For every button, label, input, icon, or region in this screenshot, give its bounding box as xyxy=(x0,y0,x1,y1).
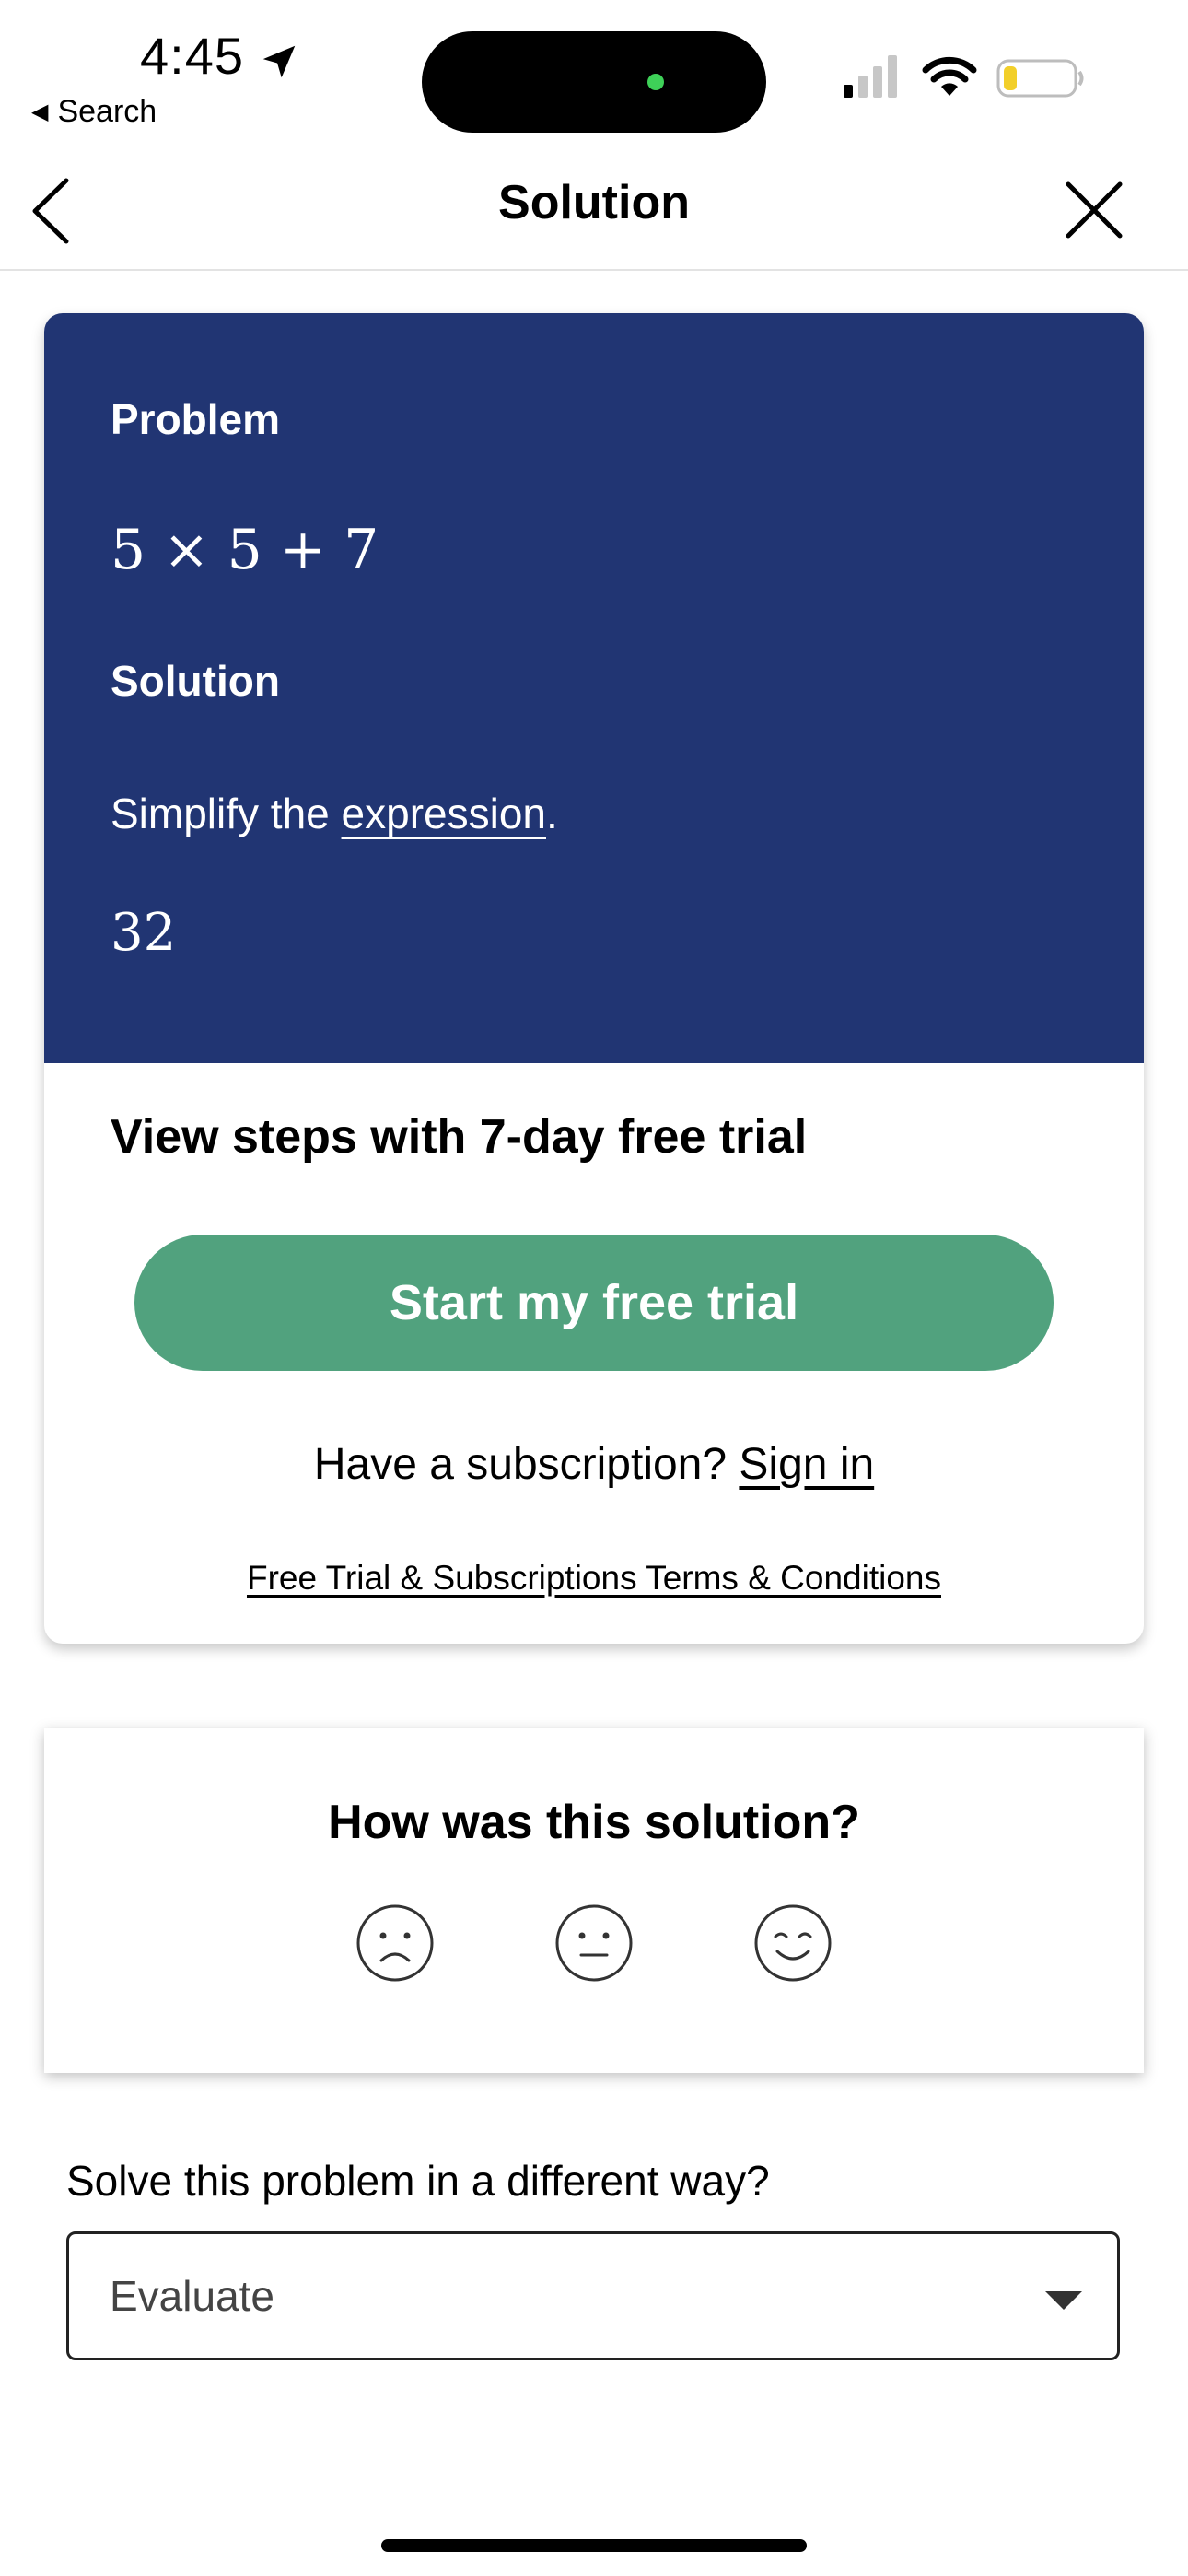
terms-conditions-link[interactable]: Free Trial & Subscriptions Terms & Condi… xyxy=(44,1559,1144,1598)
problem-expression: 5 × 5 + 7 xyxy=(111,518,379,582)
method-dropdown[interactable]: Evaluate xyxy=(66,2231,1120,2360)
sad-face-icon[interactable] xyxy=(355,1903,435,1983)
camera-indicator-dot xyxy=(647,74,664,90)
expression-definition-link[interactable]: expression xyxy=(342,790,546,837)
dynamic-island xyxy=(422,31,766,133)
home-indicator xyxy=(381,2539,807,2552)
problem-heading: Problem xyxy=(111,395,281,443)
solution-step-text: Simplify the expression. xyxy=(111,789,558,838)
wifi-icon xyxy=(922,56,977,96)
location-arrow-icon xyxy=(262,45,296,78)
back-triangle-icon: ◀ xyxy=(31,100,49,124)
method-dropdown-value: Evaluate xyxy=(110,2272,275,2320)
rating-title: How was this solution? xyxy=(328,1796,860,1849)
solution-card: Problem 5 × 5 + 7 Solution Simplify the … xyxy=(44,313,1144,1644)
back-to-search-link[interactable]: ◀ Search xyxy=(31,94,157,130)
navbar-divider xyxy=(0,269,1188,271)
step-text-prefix: Simplify the xyxy=(111,790,342,837)
close-icon[interactable] xyxy=(1065,181,1124,240)
cellular-signal-icon xyxy=(844,55,897,98)
dropdown-caret-icon xyxy=(1045,2291,1082,2310)
free-trial-heading: View steps with 7-day free trial xyxy=(111,1110,808,1164)
subscription-prompt: Have a subscription? Sign in xyxy=(44,1439,1144,1490)
solution-heading: Solution xyxy=(111,657,280,705)
battery-icon xyxy=(996,59,1084,98)
rating-card: How was this solution? xyxy=(44,1728,1144,2073)
status-time: 4:45 xyxy=(140,27,244,85)
solution-card-header: Problem 5 × 5 + 7 Solution Simplify the … xyxy=(44,313,1144,1063)
happy-face-icon[interactable] xyxy=(753,1903,833,1983)
step-text-suffix: . xyxy=(545,790,558,837)
neutral-face-icon[interactable] xyxy=(554,1903,634,1983)
sign-in-link[interactable]: Sign in xyxy=(739,1440,874,1489)
start-free-trial-button[interactable]: Start my free trial xyxy=(134,1235,1054,1371)
solution-answer: 32 xyxy=(111,903,177,963)
alternate-method-question: Solve this problem in a different way? xyxy=(66,2157,770,2205)
subscription-prompt-text: Have a subscription? xyxy=(313,1440,740,1489)
back-to-search-label: Search xyxy=(57,94,157,129)
page-title: Solution xyxy=(498,176,690,229)
